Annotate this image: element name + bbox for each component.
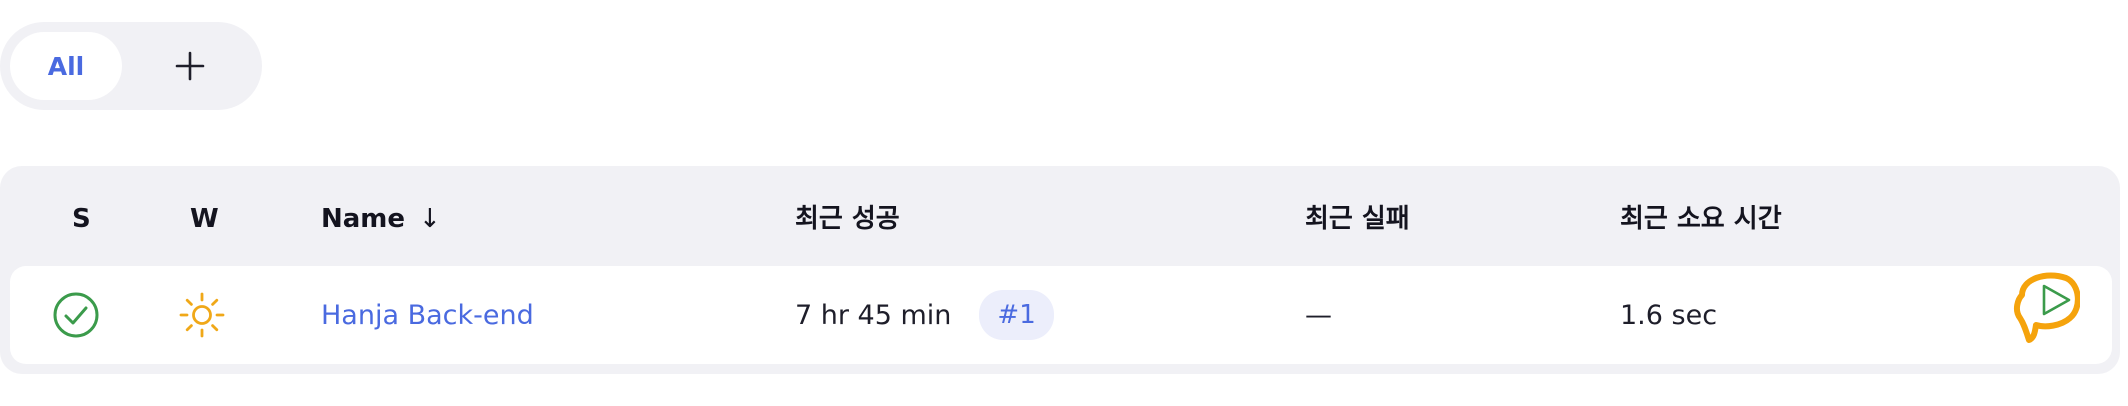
last-success-time: 7 hr 45 min <box>795 299 952 331</box>
last-failure-cell: — <box>1305 299 1332 331</box>
column-header-name[interactable]: Name ↓ <box>321 202 441 236</box>
build-number-badge[interactable]: #1 <box>979 290 1054 340</box>
plus-icon <box>175 51 205 81</box>
column-header-last-duration[interactable]: 최근 소요 시간 <box>1620 202 1782 236</box>
status-cell <box>52 266 100 364</box>
schedule-build-button[interactable] <box>1970 266 2080 364</box>
column-header-last-failure[interactable]: 최근 실패 <box>1305 202 1410 236</box>
weather-cell <box>178 266 226 364</box>
job-link[interactable]: Hanja Back-end <box>321 300 534 331</box>
sun-icon <box>179 292 225 338</box>
action-cell <box>1970 266 2080 364</box>
play-icon <box>2013 272 2080 343</box>
job-name-cell: Hanja Back-end <box>321 266 534 364</box>
column-header-status[interactable]: S <box>72 202 91 236</box>
last-duration-cell: 1.6 sec <box>1620 299 1718 331</box>
jobs-table: S W Name ↓ 최근 성공 최근 실패 최근 소요 시간 Hanja Ba… <box>0 166 2120 374</box>
column-header-name-label: Name <box>321 204 406 234</box>
add-view-button[interactable] <box>160 36 220 96</box>
highlight-circle-annotation <box>2013 272 2080 343</box>
last-success-cell: 7 hr 45 min #1 <box>795 266 1054 364</box>
check-circle-icon <box>53 292 99 338</box>
sort-descending-icon: ↓ <box>419 204 441 234</box>
tab-all[interactable]: All <box>10 32 122 100</box>
column-header-weather[interactable]: W <box>190 202 219 236</box>
table-row: Hanja Back-end 7 hr 45 min #1 — 1.6 sec <box>10 266 2112 364</box>
column-header-last-success[interactable]: 최근 성공 <box>795 202 900 236</box>
view-tab-bar: All <box>0 22 262 110</box>
